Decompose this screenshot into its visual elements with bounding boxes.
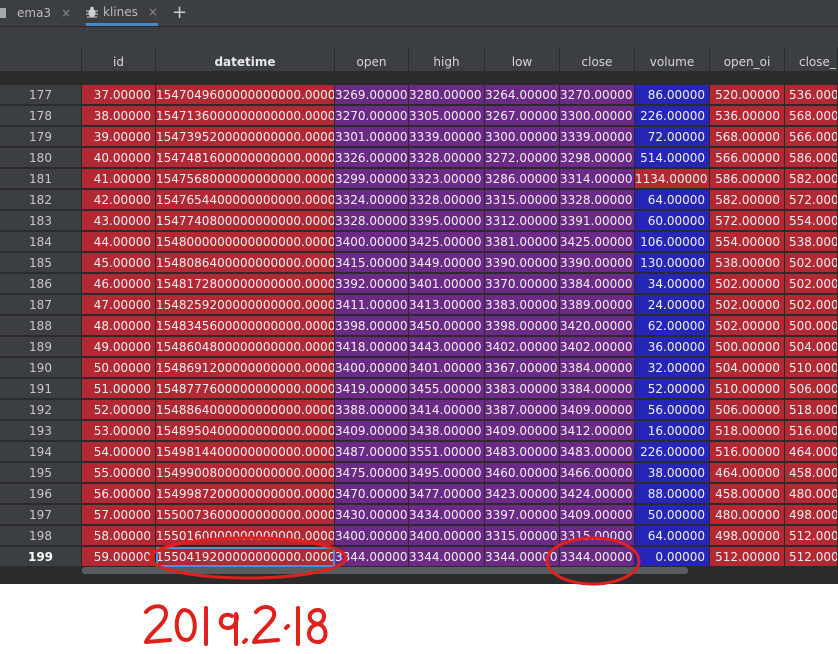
highlight-ellipse-close bbox=[545, 536, 641, 586]
highlight-ellipse-datetime bbox=[148, 536, 348, 580]
highlight-overlay bbox=[148, 536, 641, 586]
